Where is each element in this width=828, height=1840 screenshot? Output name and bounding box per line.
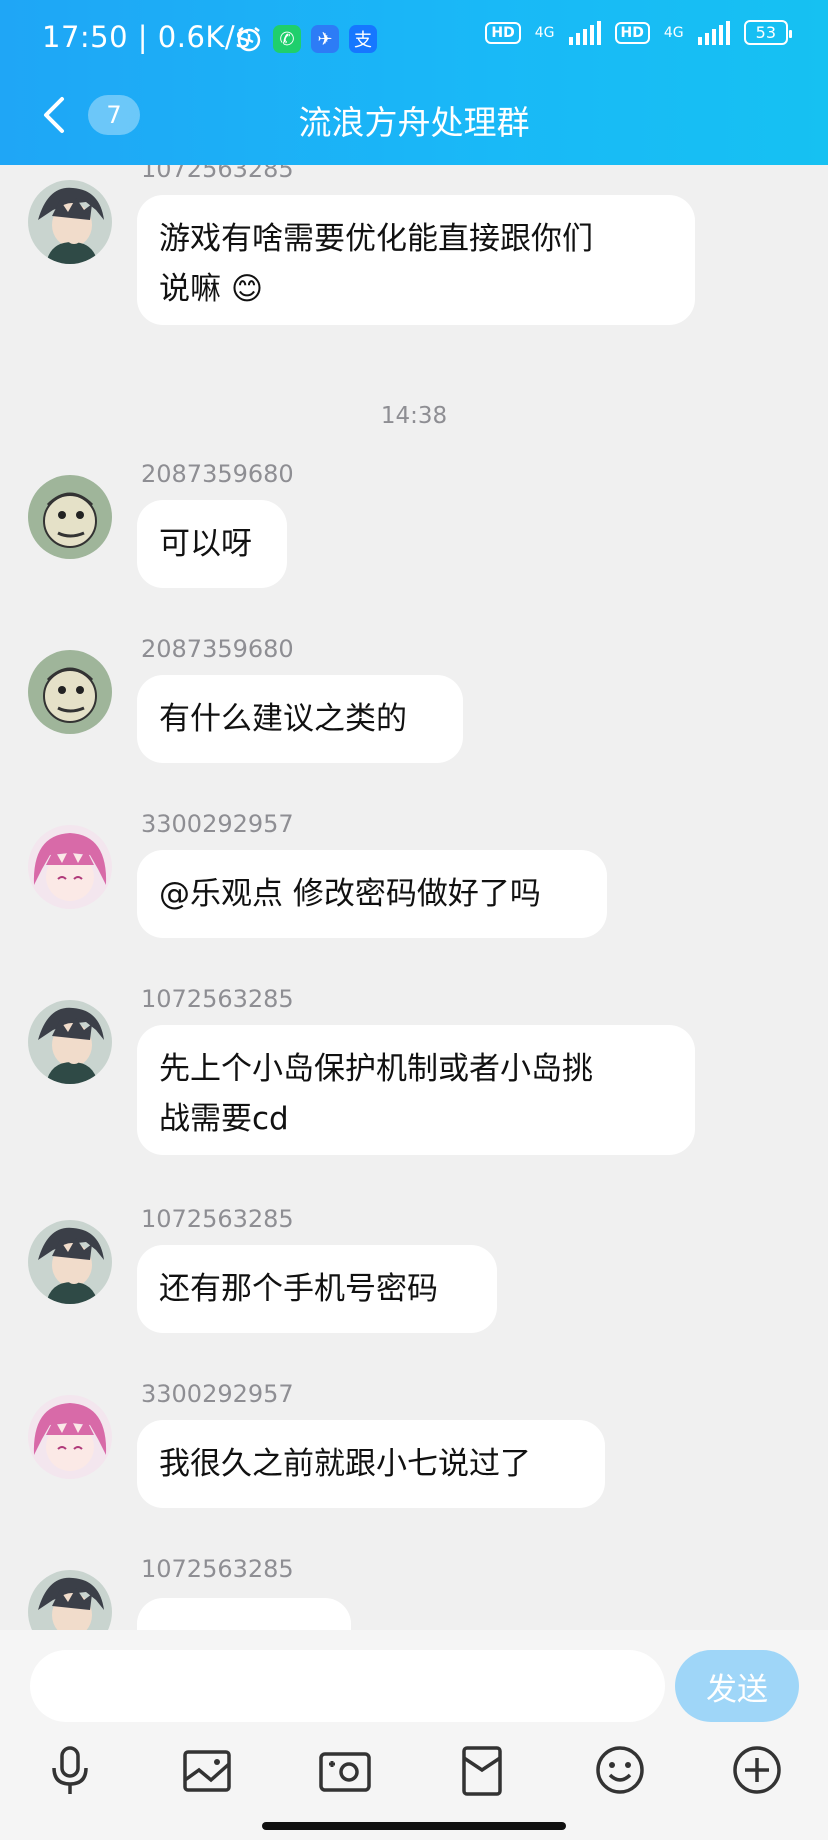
avatar[interactable]	[28, 1000, 112, 1084]
travel-app-icon: ✈	[311, 25, 339, 53]
sender-name: 1072563285	[141, 985, 294, 1013]
battery-icon: 53	[743, 20, 793, 45]
sender-name: 2087359680	[141, 635, 294, 663]
signal-icon-2	[697, 20, 730, 45]
alipay-icon: 支	[349, 25, 377, 53]
network-type-2: 4G	[663, 24, 684, 41]
message-bubble[interactable]: 先上个小岛保护机制或者小岛挑 战需要cd	[137, 1025, 695, 1155]
network-type: 4G	[534, 24, 555, 41]
message-text-line: 先上个小岛保护机制或者小岛挑	[159, 1051, 593, 1087]
message-bubble[interactable]: 还有那个手机号密码	[137, 1245, 497, 1333]
avatar[interactable]	[28, 475, 112, 559]
status-time: 17:50 | 0.6K/s	[42, 20, 251, 54]
home-indicator[interactable]	[262, 1822, 566, 1830]
hd-badge: HD	[485, 21, 521, 44]
avatar[interactable]	[28, 1570, 112, 1630]
microphone-icon[interactable]	[40, 1740, 100, 1800]
image-icon[interactable]	[177, 1740, 237, 1800]
avatar[interactable]	[28, 825, 112, 909]
red-packet-icon[interactable]	[452, 1740, 512, 1800]
sender-name: 1072563285	[141, 165, 294, 183]
phone-app-icon: ✆	[273, 25, 301, 53]
sender-name: 1072563285	[141, 1555, 294, 1583]
avatar[interactable]	[28, 180, 112, 264]
emoji-icon[interactable]	[590, 1740, 650, 1800]
avatar[interactable]	[28, 650, 112, 734]
status-bar: 17:50 | 0.6K/s ✆ ✈ 支 HD 4G HD 4G 53	[0, 0, 828, 80]
smile-emoji-icon: 😊	[230, 271, 264, 307]
avatar[interactable]	[28, 1395, 112, 1479]
message-bubble[interactable]: 有什么建议之类的	[137, 675, 463, 763]
plus-icon[interactable]	[727, 1740, 787, 1800]
chat-title: 流浪方舟处理群	[298, 103, 530, 142]
message-text-line: 说嘛 😊	[159, 271, 264, 307]
sender-name: 3300292957	[141, 810, 294, 838]
message-timestamp: 14:38	[380, 403, 448, 429]
message-bubble[interactable]: 可以呀	[137, 500, 287, 588]
sender-name: 3300292957	[141, 1380, 294, 1408]
sender-name: 1072563285	[141, 1205, 294, 1233]
sender-name: 2087359680	[141, 460, 294, 488]
message-bubble[interactable]: 我很久之前就跟小七说过了	[137, 1420, 605, 1508]
input-bar: 发送	[0, 1630, 828, 1840]
message-bubble[interactable]	[137, 1598, 351, 1630]
alarm-icon	[237, 27, 261, 52]
message-input[interactable]	[30, 1650, 665, 1722]
signal-icon	[568, 20, 601, 45]
chat-toolbar	[0, 1740, 828, 1820]
message-text-line: 战需要cd	[159, 1101, 289, 1137]
hd-badge-2: HD	[614, 21, 650, 44]
send-button[interactable]: 发送	[675, 1650, 799, 1722]
message-bubble[interactable]: 游戏有啥需要优化能直接跟你们 说嘛 😊	[137, 195, 695, 325]
camera-icon[interactable]	[315, 1740, 375, 1800]
status-notification-icons: ✆ ✈ 支	[235, 22, 377, 56]
chat-message-list[interactable]: 1072563285 游戏有啥需要优化能直接跟你们 说嘛 😊 14:38 208…	[0, 165, 828, 1630]
message-text-line: 游戏有啥需要优化能直接跟你们	[159, 221, 593, 257]
message-bubble[interactable]: @乐观点 修改密码做好了吗	[137, 850, 607, 938]
status-right: HD 4G HD 4G 53	[485, 20, 793, 45]
avatar[interactable]	[28, 1220, 112, 1304]
header: 17:50 | 0.6K/s ✆ ✈ 支 HD 4G HD 4G 53 7 流浪…	[0, 0, 828, 165]
